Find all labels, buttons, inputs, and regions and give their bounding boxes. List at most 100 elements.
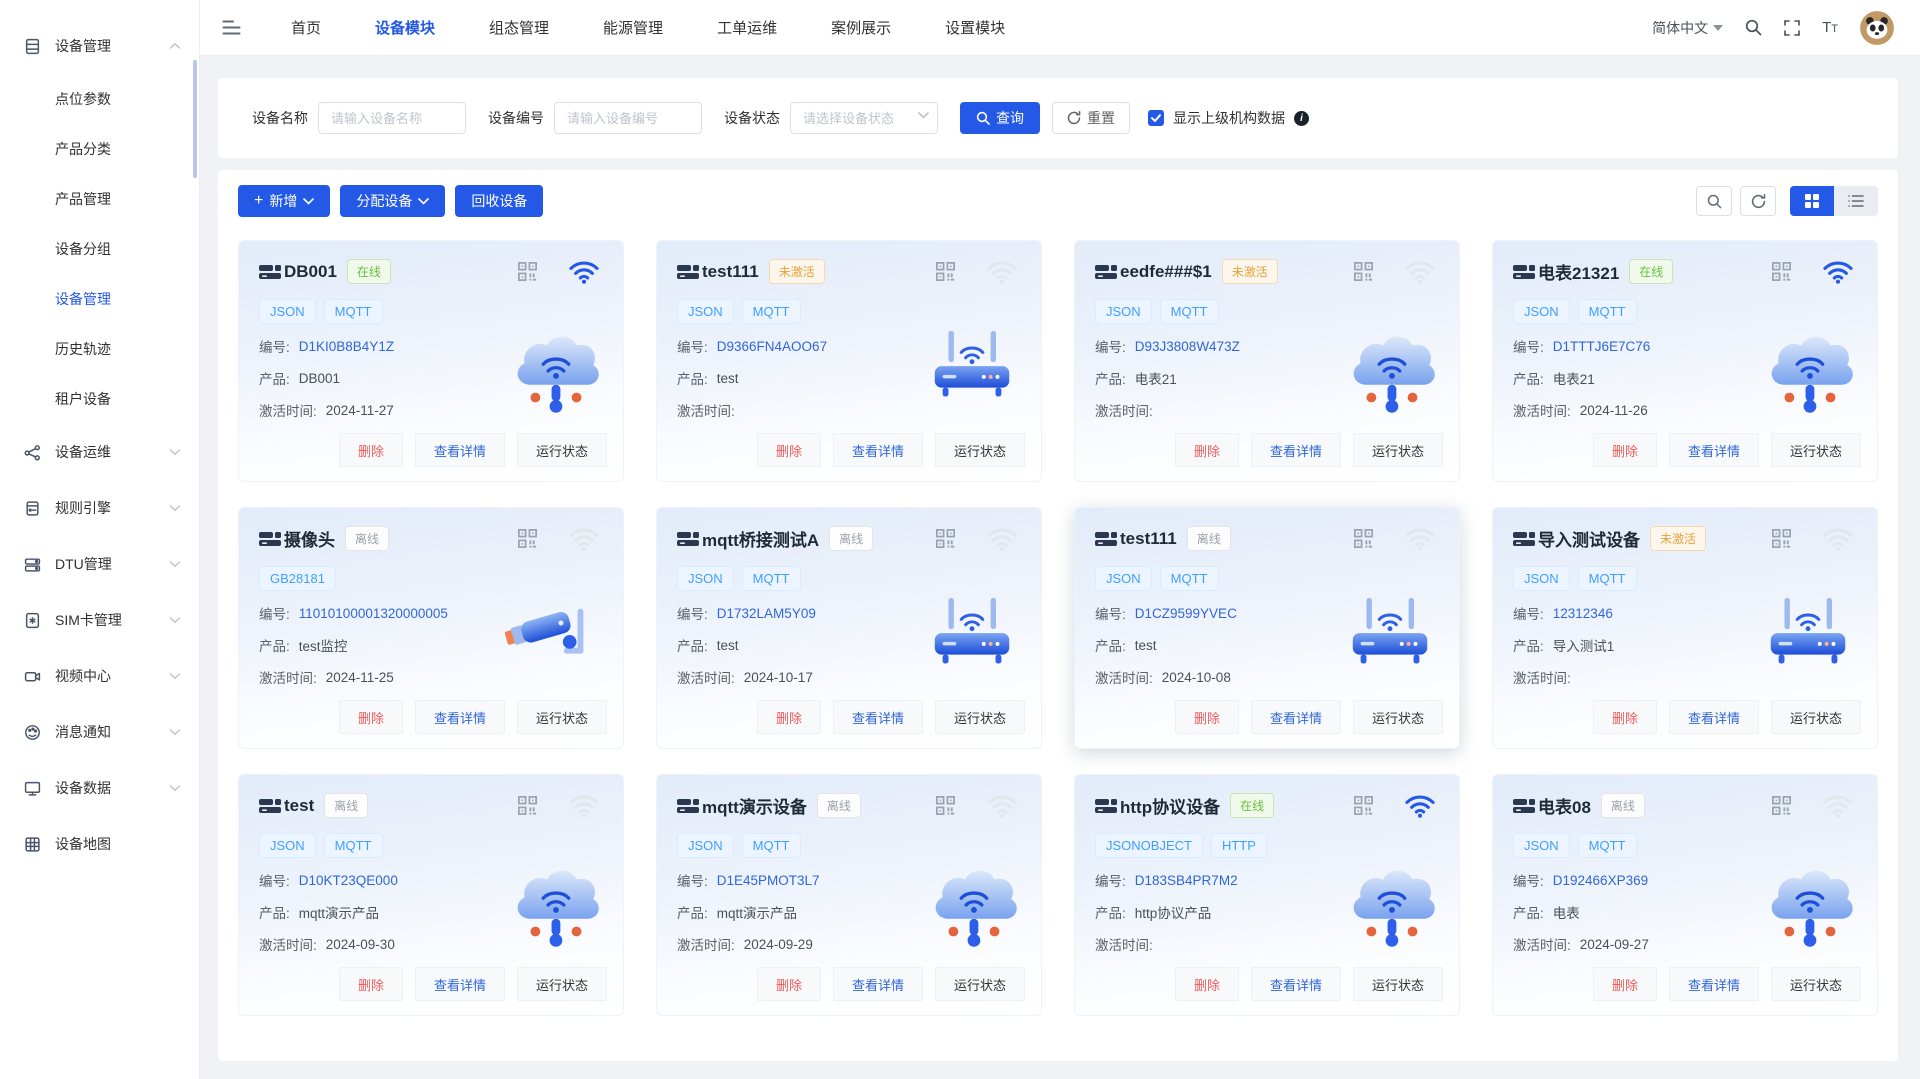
device-card[interactable]: 摄像头 离线 GB28181 编号: 11010100001320000005 …: [238, 507, 624, 749]
device-code[interactable]: D9366FN4AOO67: [717, 339, 827, 354]
run-status-button[interactable]: 运行状态: [516, 967, 607, 1001]
delete-button[interactable]: 删除: [338, 700, 403, 734]
device-code[interactable]: D1E45PMOT3L7: [717, 873, 820, 888]
nav-item[interactable]: 设备模块: [375, 17, 435, 38]
qr-code-icon[interactable]: [934, 527, 957, 550]
device-card[interactable]: test111 未激活 JSON MQTT 编号: D9366FN4AOO67 产…: [656, 240, 1042, 482]
run-status-button[interactable]: 运行状态: [934, 700, 1025, 734]
run-status-button[interactable]: 运行状态: [934, 967, 1025, 1001]
delete-button[interactable]: 删除: [338, 433, 403, 467]
delete-button[interactable]: 删除: [1592, 967, 1657, 1001]
nav-item[interactable]: 工单运维: [717, 17, 777, 38]
device-code[interactable]: D1CZ9599YVEC: [1135, 606, 1237, 621]
assign-device-button[interactable]: 分配设备: [340, 185, 446, 217]
delete-button[interactable]: 删除: [1174, 433, 1239, 467]
device-card[interactable]: 电表08 离线 JSON MQTT 编号: D192466XP369 产品: 电表…: [1492, 774, 1878, 1016]
qr-code-icon[interactable]: [516, 794, 539, 817]
sidebar-group-rule[interactable]: 规则引擎: [0, 480, 199, 536]
sidebar-group-ops[interactable]: 设备运维: [0, 424, 199, 480]
sidebar-subitem[interactable]: 点位参数: [0, 74, 199, 124]
search-button[interactable]: 查询: [960, 102, 1040, 134]
collapse-menu-icon[interactable]: [222, 19, 241, 36]
run-status-button[interactable]: 运行状态: [516, 433, 607, 467]
info-icon[interactable]: i: [1294, 110, 1309, 126]
delete-button[interactable]: 删除: [756, 433, 821, 467]
device-code[interactable]: D1KI0B8B4Y1Z: [299, 339, 394, 354]
run-status-button[interactable]: 运行状态: [934, 433, 1025, 467]
sidebar-group-video[interactable]: 视频中心: [0, 648, 199, 704]
sidebar-group-sim[interactable]: SIM卡管理: [0, 592, 199, 648]
sidebar-subitem[interactable]: 设备管理: [0, 274, 199, 324]
sidebar-group-map[interactable]: 设备地图: [0, 816, 199, 872]
device-code[interactable]: D1TTTJ6E7C76: [1553, 339, 1651, 354]
view-detail-button[interactable]: 查看详情: [832, 433, 923, 467]
view-detail-button[interactable]: 查看详情: [414, 700, 505, 734]
device-card[interactable]: http协议设备 在线 JSONOBJECT HTTP 编号: D183SB4PR…: [1074, 774, 1460, 1016]
add-device-button[interactable]: + 新增: [238, 185, 331, 217]
delete-button[interactable]: 删除: [338, 967, 403, 1001]
fullscreen-icon[interactable]: [1784, 19, 1800, 36]
qr-code-icon[interactable]: [934, 794, 957, 817]
list-view-button[interactable]: [1834, 186, 1878, 216]
run-status-button[interactable]: 运行状态: [1770, 433, 1861, 467]
run-status-button[interactable]: 运行状态: [516, 700, 607, 734]
sidebar-group-dtu[interactable]: DTU管理: [0, 536, 199, 592]
grid-view-button[interactable]: [1790, 186, 1834, 216]
nav-item[interactable]: 设置模块: [945, 17, 1005, 38]
sidebar-subitem[interactable]: 产品管理: [0, 174, 199, 224]
delete-button[interactable]: 删除: [756, 967, 821, 1001]
sidebar-subitem[interactable]: 设备分组: [0, 224, 199, 274]
device-code[interactable]: D93J3808W473Z: [1135, 339, 1240, 354]
search-icon[interactable]: [1745, 19, 1762, 36]
delete-button[interactable]: 删除: [1592, 700, 1657, 734]
device-card[interactable]: DB001 在线 JSON MQTT 编号: D1KI0B8B4Y1Z 产品: D…: [238, 240, 624, 482]
sidebar-group-data[interactable]: 设备数据: [0, 760, 199, 816]
qr-code-icon[interactable]: [1352, 527, 1375, 550]
view-detail-button[interactable]: 查看详情: [1250, 967, 1341, 1001]
view-detail-button[interactable]: 查看详情: [414, 967, 505, 1001]
sidebar-subitem[interactable]: 历史轨迹: [0, 324, 199, 374]
sidebar-group-message[interactable]: 消息通知: [0, 704, 199, 760]
qr-code-icon[interactable]: [1352, 794, 1375, 817]
run-status-button[interactable]: 运行状态: [1352, 700, 1443, 734]
run-status-button[interactable]: 运行状态: [1770, 700, 1861, 734]
nav-item[interactable]: 首页: [291, 17, 321, 38]
qr-code-icon[interactable]: [1770, 527, 1793, 550]
font-size-icon[interactable]: TT: [1822, 19, 1838, 36]
view-detail-button[interactable]: 查看详情: [1250, 700, 1341, 734]
delete-button[interactable]: 删除: [1174, 967, 1239, 1001]
delete-button[interactable]: 删除: [1174, 700, 1239, 734]
qr-code-icon[interactable]: [516, 527, 539, 550]
sidebar-subitem[interactable]: 产品分类: [0, 124, 199, 174]
device-card[interactable]: mqtt桥接测试A 离线 JSON MQTT 编号: D1732LAM5Y09 产…: [656, 507, 1042, 749]
device-status-select[interactable]: [790, 102, 938, 134]
nav-item[interactable]: 组态管理: [489, 17, 549, 38]
recycle-device-button[interactable]: 回收设备: [455, 185, 544, 217]
qr-code-icon[interactable]: [1352, 260, 1375, 283]
qr-code-icon[interactable]: [1770, 794, 1793, 817]
device-code-input[interactable]: [554, 102, 702, 134]
device-card[interactable]: 电表21321 在线 JSON MQTT 编号: D1TTTJ6E7C76 产品:…: [1492, 240, 1878, 482]
view-detail-button[interactable]: 查看详情: [1668, 433, 1759, 467]
view-detail-button[interactable]: 查看详情: [414, 433, 505, 467]
device-code[interactable]: D192466XP369: [1553, 873, 1648, 888]
view-detail-button[interactable]: 查看详情: [1668, 700, 1759, 734]
reset-button[interactable]: 重置: [1052, 102, 1130, 134]
device-card[interactable]: test 离线 JSON MQTT 编号: D10KT23QE000 产品: mq…: [238, 774, 624, 1016]
device-card[interactable]: 导入测试设备 未激活 JSON MQTT 编号: 12312346 产品: 导入测…: [1492, 507, 1878, 749]
device-card[interactable]: mqtt演示设备 离线 JSON MQTT 编号: D1E45PMOT3L7 产品…: [656, 774, 1042, 1016]
device-card[interactable]: test111 离线 JSON MQTT 编号: D1CZ9599YVEC 产品:…: [1074, 507, 1460, 749]
avatar[interactable]: [1860, 10, 1894, 45]
device-card[interactable]: eedfe###$1 未激活 JSON MQTT 编号: D93J3808W473…: [1074, 240, 1460, 482]
nav-item[interactable]: 能源管理: [603, 17, 663, 38]
device-code[interactable]: 11010100001320000005: [299, 606, 448, 621]
device-code[interactable]: 12312346: [1553, 606, 1613, 621]
view-detail-button[interactable]: 查看详情: [1250, 433, 1341, 467]
qr-code-icon[interactable]: [1770, 260, 1793, 283]
qr-code-icon[interactable]: [934, 260, 957, 283]
device-code[interactable]: D10KT23QE000: [299, 873, 398, 888]
run-status-button[interactable]: 运行状态: [1352, 433, 1443, 467]
run-status-button[interactable]: 运行状态: [1352, 967, 1443, 1001]
sidebar-subitem[interactable]: 租户设备: [0, 374, 199, 424]
device-name-input[interactable]: [318, 102, 466, 134]
